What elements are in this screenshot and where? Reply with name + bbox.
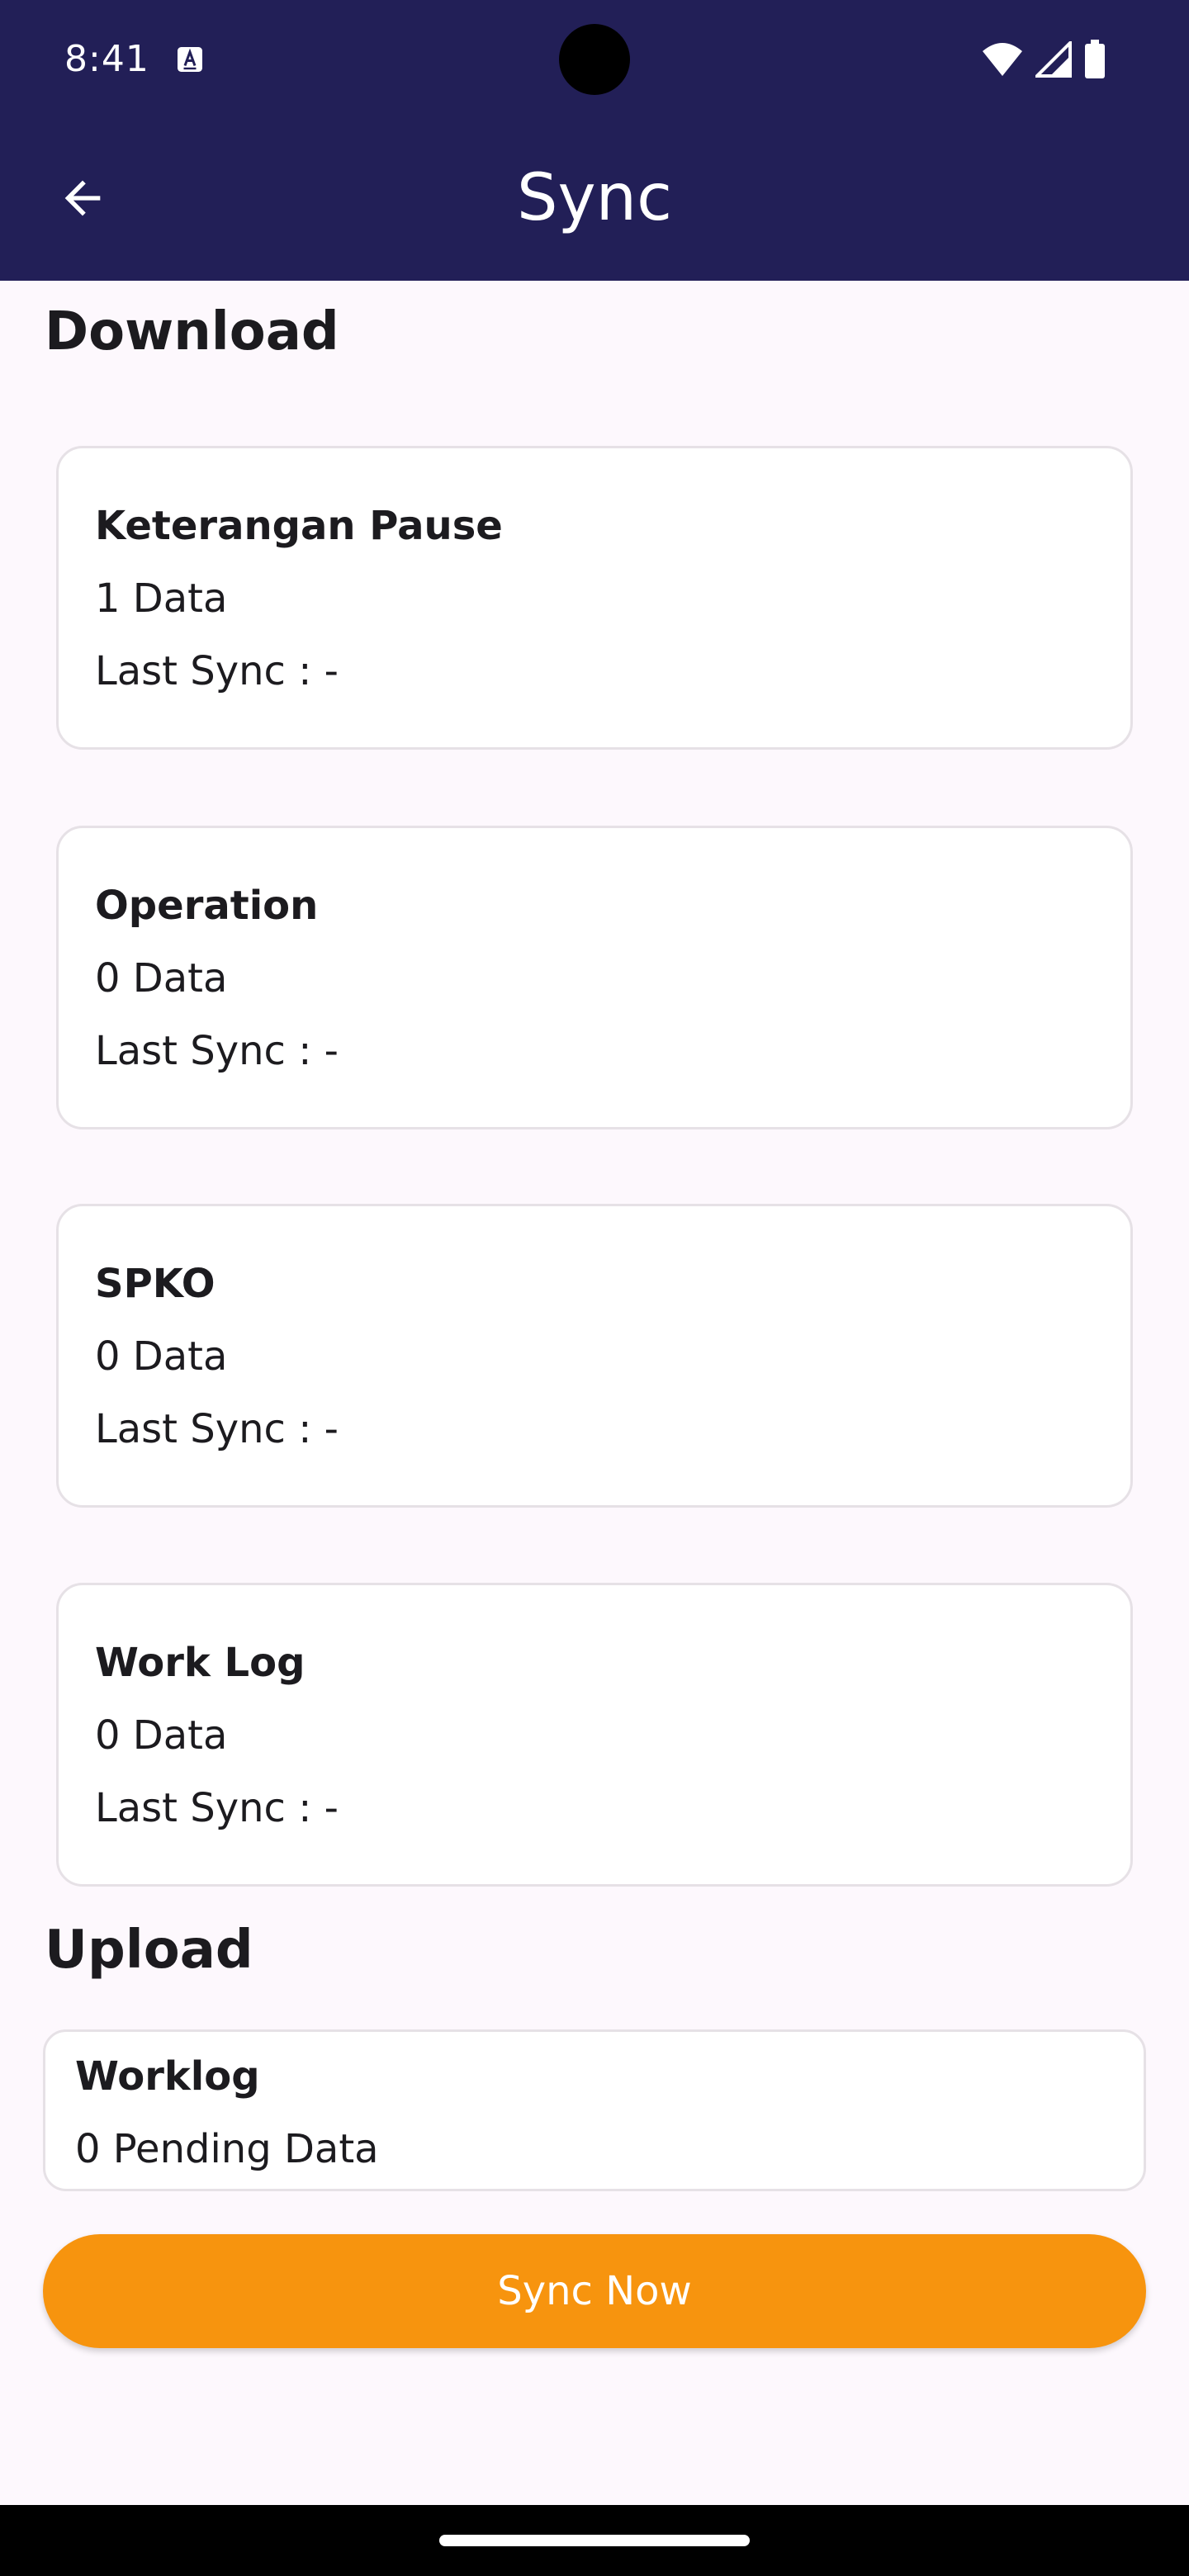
navigation-bar <box>0 2505 1189 2576</box>
upload-heading: Upload <box>45 1920 253 1981</box>
card-title: SPKO <box>95 1261 216 1307</box>
card-data-count: 1 Data <box>95 575 228 622</box>
upload-card-worklog: Worklog 0 Pending Data <box>43 2029 1146 2191</box>
card-data-count: 0 Data <box>95 955 228 1002</box>
card-last-sync: Last Sync : - <box>95 1785 339 1831</box>
download-card-keterangan-pause[interactable]: Keterangan Pause 1 Data Last Sync : - <box>56 446 1133 750</box>
card-data-count: 0 Data <box>95 1712 228 1759</box>
page-title: Sync <box>517 161 672 235</box>
app-bar: Sync <box>0 116 1189 281</box>
wifi-icon <box>983 43 1022 76</box>
sync-now-button[interactable]: Sync Now <box>43 2234 1146 2348</box>
camera-cutout <box>559 24 630 95</box>
status-icons <box>981 40 1106 79</box>
card-last-sync: Last Sync : - <box>95 648 339 694</box>
battery-icon <box>1085 40 1105 78</box>
download-card-work-log[interactable]: Work Log 0 Data Last Sync : - <box>56 1583 1133 1887</box>
gesture-handle[interactable] <box>439 2535 750 2546</box>
card-data-count: 0 Data <box>95 1333 228 1380</box>
download-card-spko[interactable]: SPKO 0 Data Last Sync : - <box>56 1204 1133 1508</box>
card-title: Keterangan Pause <box>95 503 503 549</box>
card-last-sync: Last Sync : - <box>95 1028 339 1074</box>
status-bar: 8:41 <box>0 0 1189 116</box>
download-heading: Download <box>45 301 339 362</box>
status-time: 8:41 <box>64 38 149 80</box>
card-pending-count: 0 Pending Data <box>75 2126 379 2172</box>
card-title: Worklog <box>75 2053 260 2100</box>
card-title: Work Log <box>95 1640 306 1686</box>
card-last-sync: Last Sync : - <box>95 1406 339 1452</box>
signal-icon <box>1035 41 1072 78</box>
download-card-operation[interactable]: Operation 0 Data Last Sync : - <box>56 826 1133 1129</box>
card-title: Operation <box>95 883 319 929</box>
notification-a-icon <box>178 47 202 72</box>
